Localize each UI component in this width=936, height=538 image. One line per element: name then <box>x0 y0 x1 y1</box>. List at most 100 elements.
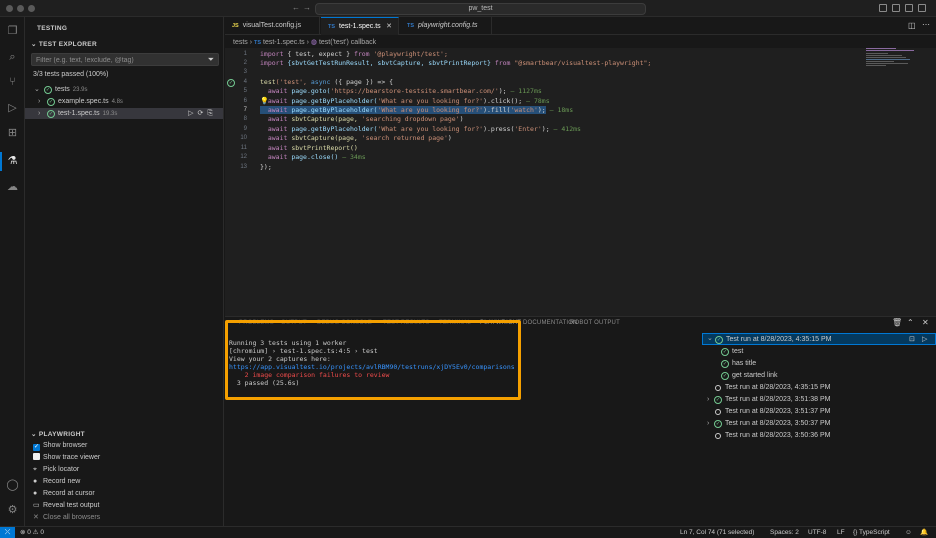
docker-icon[interactable]: ☁ <box>6 181 19 194</box>
close-panel-icon[interactable]: ✕ <box>922 318 929 327</box>
test-run-item[interactable]: Test run at 8/28/2023, 3:51:37 PM <box>702 406 936 418</box>
chevron-right-icon[interactable]: › <box>707 394 709 406</box>
notifications-bell-icon[interactable]: 🔔 <box>920 527 928 538</box>
record-at-cursor-action[interactable]: ● Record at cursor <box>33 488 95 499</box>
minimap-line <box>866 53 888 54</box>
forward-arrow-icon[interactable]: → <box>303 3 311 12</box>
source-control-icon[interactable]: ⑂ <box>6 76 19 89</box>
chevron-right-icon[interactable]: › <box>38 108 40 119</box>
test-run-item[interactable]: ⌄ ✓ Test run at 8/28/2023, 4:35:15 PM ⊡ … <box>702 333 936 345</box>
duration-annotation: — 1127ms <box>506 87 542 95</box>
remote-indicator-icon[interactable]: ⤫ <box>0 527 15 538</box>
show-browser-checkbox[interactable]: ✓ Show browser <box>33 440 87 451</box>
breadcrumb-file[interactable]: test-1.spec.ts <box>263 39 305 46</box>
trash-icon[interactable]: 🗑 <box>892 318 902 327</box>
breadcrumb-symbol[interactable]: test('test') callback <box>319 39 376 46</box>
close-all-browsers-action[interactable]: ✕ Close all browsers <box>33 512 100 523</box>
pass-check-icon: ✓ <box>47 109 55 118</box>
extensions-icon[interactable]: ⊞ <box>6 127 19 140</box>
line-number: 11 <box>240 145 247 151</box>
cursor-position[interactable]: Ln 7, Col 74 (71 selected) <box>680 527 754 538</box>
close-tab-icon[interactable]: ✕ <box>386 18 392 36</box>
customize-layout-icon[interactable] <box>918 4 926 12</box>
command-center-search[interactable]: pw_test <box>315 3 646 15</box>
toggle-sidebar-icon[interactable] <box>879 4 887 12</box>
split-editor-icon[interactable]: ◫ <box>908 21 916 30</box>
editor-tab-bar: JS visualTest.config.js TS test-1.spec.ts … <box>225 17 936 35</box>
test-output-terminal[interactable]: Running 3 tests using 1 worker [chromium… <box>229 339 699 387</box>
back-arrow-icon[interactable]: ← <box>292 3 300 12</box>
open-output-icon[interactable]: ⊡ <box>909 334 915 346</box>
test-passed-gutter-icon[interactable]: ✓ <box>227 79 235 87</box>
playwright-heading[interactable]: ⌄ PLAYWRIGHT <box>31 430 85 438</box>
search-icon[interactable]: ⌕ <box>6 51 19 64</box>
testing-flask-icon[interactable]: ⚗ <box>0 152 19 171</box>
test-result-item[interactable]: ✓ test <box>702 346 936 358</box>
chevron-down-icon[interactable]: ⌄ <box>707 333 713 345</box>
test-run-item[interactable]: Test run at 8/28/2023, 3:50:36 PM <box>702 430 936 442</box>
pass-check-icon: ✓ <box>721 371 729 380</box>
more-actions-icon[interactable]: ⋯ <box>922 20 930 29</box>
filter-funnel-icon[interactable]: ⏷ <box>208 55 214 65</box>
test-run-item[interactable]: › ✓ Test run at 8/28/2023, 3:50:37 PM <box>702 418 936 430</box>
test-result-item[interactable]: ✓ get started link <box>702 370 936 382</box>
copilot-icon[interactable]: ☺ <box>905 527 912 538</box>
terminal-line-warning: 2 image comparison failures to review <box>229 371 390 379</box>
tab-visualtest-config[interactable]: JS visualTest.config.js <box>225 17 320 35</box>
test-run-item[interactable]: Test run at 8/28/2023, 4:35:15 PM <box>702 382 936 394</box>
breadcrumb-folder[interactable]: tests <box>233 39 248 46</box>
tab-label: playwright.config.ts <box>418 22 478 29</box>
toggle-secondary-sidebar-icon[interactable] <box>905 4 913 12</box>
explorer-icon[interactable]: ❐ <box>6 25 19 38</box>
pick-locator-action[interactable]: ⌖ Pick locator <box>33 464 79 475</box>
tab-robot-output[interactable]: ROBOT OUTPUT <box>570 320 620 326</box>
go-to-test-icon[interactable]: ⎘ <box>207 110 217 117</box>
rerun-icon[interactable]: ▷ <box>922 334 927 346</box>
tree-item-tests[interactable]: ⌄ ✓ tests 23.9s <box>25 84 223 95</box>
tab-playwright-config[interactable]: TS playwright.config.ts <box>400 17 492 35</box>
tab-test-1-spec[interactable]: TS test-1.spec.ts ✕ <box>321 17 399 35</box>
code-editor[interactable]: 1 2 3 4 5 6 7 8 9 10 11 12 13 ✓ 💡 import… <box>225 48 936 316</box>
reveal-test-output-action[interactable]: ▭ Reveal test output <box>33 500 99 511</box>
comparisons-link[interactable]: https://app.visualtest.io/projects/avlRB… <box>229 363 699 371</box>
chevron-right-icon[interactable]: › <box>707 418 709 430</box>
code-token: page.close() <box>291 153 339 161</box>
filter-input[interactable] <box>36 55 201 65</box>
indentation-status[interactable]: Spaces: 2 <box>770 527 799 538</box>
gear-icon[interactable]: ⚙ <box>6 504 19 517</box>
code-token: await <box>260 87 292 95</box>
test-explorer-heading[interactable]: ⌄ TEST EXPLORER <box>31 40 97 48</box>
problems-status[interactable]: ⊗ 0 ⚠ 0 <box>20 527 44 538</box>
run-test-icon[interactable]: ▷ <box>188 110 197 117</box>
test-filter[interactable]: ⏷ <box>31 53 219 66</box>
pass-check-icon: ✓ <box>714 395 722 404</box>
tree-item-test-1-spec[interactable]: › ✓ test-1.spec.ts 19.3s ▷⟳⎘ <box>25 108 223 119</box>
tree-item-example-spec[interactable]: › ✓ example.spec.ts 4.8s <box>25 96 223 107</box>
test-run-item[interactable]: › ✓ Test run at 8/28/2023, 3:51:38 PM <box>702 394 936 406</box>
checkbox-checked-icon[interactable]: ✓ <box>33 444 40 451</box>
test-result-item[interactable]: ✓ has title <box>702 358 936 370</box>
maximize-window-icon[interactable] <box>28 5 35 12</box>
show-trace-viewer-checkbox[interactable]: Show trace viewer <box>33 452 100 463</box>
record-new-action[interactable]: ● Record new <box>33 476 80 487</box>
test-run-label: Test run at 8/28/2023, 3:50:37 PM <box>725 420 831 427</box>
code-token: ); <box>541 125 550 133</box>
testing-sidebar: TESTING ⌄ TEST EXPLORER ⏷ 3/3 tests pass… <box>25 17 224 526</box>
tree-item-label: test-1.spec.ts 19.3s <box>58 108 117 120</box>
not-run-circle-icon <box>715 433 721 439</box>
checkbox-unchecked-icon[interactable] <box>33 453 40 460</box>
run-debug-icon[interactable]: ▷ <box>6 102 19 115</box>
test-result-label: has title <box>732 360 757 367</box>
debug-test-icon[interactable]: ⟳ <box>198 110 208 117</box>
close-window-icon[interactable] <box>6 5 13 12</box>
account-icon[interactable]: ◯ <box>6 479 19 492</box>
chevron-up-icon[interactable]: ⌃ <box>907 318 914 327</box>
language-mode[interactable]: {} TypeScript <box>853 527 890 538</box>
encoding-status[interactable]: UTF-8 <box>808 527 826 538</box>
toggle-panel-icon[interactable] <box>892 4 900 12</box>
chevron-right-icon[interactable]: › <box>38 96 40 107</box>
minimap[interactable] <box>866 48 916 68</box>
eol-status[interactable]: LF <box>837 527 845 538</box>
chevron-down-icon[interactable]: ⌄ <box>34 84 40 95</box>
minimize-window-icon[interactable] <box>17 5 24 12</box>
